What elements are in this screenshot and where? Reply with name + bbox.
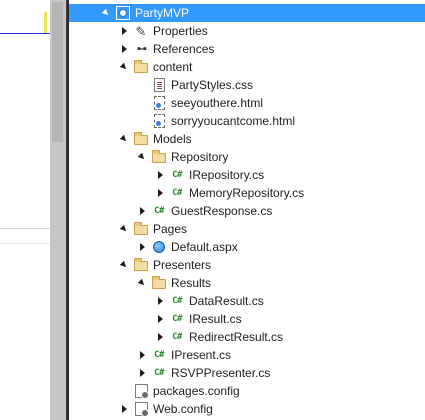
tree-item-label: IPresent.cs [171,348,232,362]
tree-item[interactable]: Default.aspx [69,238,425,256]
tree-item[interactable]: ✎ Properties [69,22,425,40]
expand-arrow-icon[interactable] [155,314,165,324]
tree-item[interactable]: PartyMVP [69,4,425,22]
tree-item-label: MemoryRepository.cs [189,186,305,200]
editor-divider [0,243,50,244]
wrench-icon: ✎ [135,23,147,39]
collapse-arrow-icon[interactable] [119,62,129,72]
expand-arrow-icon[interactable] [137,206,147,216]
expand-arrow-icon[interactable] [137,368,147,378]
folder-icon [133,131,149,147]
folder-icon [151,275,167,291]
collapse-arrow-icon[interactable] [137,278,147,288]
expand-arrow-icon[interactable] [119,26,129,36]
expand-arrow-icon[interactable] [119,404,129,414]
tree-item[interactable]: ▪‒▪ References [69,40,425,58]
tree-item[interactable]: seeyouthere.html [69,94,425,112]
collapse-arrow-icon[interactable] [101,8,111,18]
tree-item[interactable]: Presenters [69,256,425,274]
tree-item[interactable]: Repository [69,148,425,166]
change-marker [44,12,47,34]
tree-item-label: packages.config [153,384,240,398]
tree-item[interactable]: Web.config [69,400,425,418]
tree-item-label: Pages [153,222,188,236]
folder-icon [133,221,149,237]
tree-item[interactable]: C# RSVPPresenter.cs [69,364,425,382]
tree-item[interactable]: C# RedirectResult.cs [69,328,425,346]
csharp-file-icon: C# [172,188,182,198]
tree-item-label: Default.aspx [171,240,238,254]
folder-icon [151,149,167,165]
expand-arrow-icon[interactable] [137,350,147,360]
csharp-file-icon: C# [154,350,164,360]
editor-pane [0,0,70,420]
tree-item-label: sorryyoucantcome.html [171,114,296,128]
tree-item-label: Results [171,276,212,290]
css-file-icon [151,77,167,93]
web-project-icon [115,5,131,21]
tree-item-label: IResult.cs [189,312,242,326]
config-file-icon [133,401,149,417]
csharp-file-icon: C# [172,296,182,306]
csharp-file-icon: C# [172,332,182,342]
tree-item-label: PartyStyles.css [171,78,254,92]
tree-item[interactable]: Results [69,274,425,292]
tree-item[interactable]: PartyStyles.css [69,76,425,94]
tree-item[interactable]: Models [69,130,425,148]
csharp-file-icon: C# [154,368,164,378]
expand-arrow-icon[interactable] [155,170,165,180]
tree-item-label: Models [153,132,192,146]
collapse-arrow-icon[interactable] [119,260,129,270]
tree-item-label: content [153,60,193,74]
vertical-scrollbar[interactable] [50,0,67,420]
collapse-arrow-icon[interactable] [119,224,129,234]
html-file-icon [151,113,167,129]
folder-icon [133,257,149,273]
folder-icon [133,59,149,75]
csharp-file-icon: C# [172,170,182,180]
csharp-file-icon: C# [154,206,164,216]
tree-item[interactable]: C# IPresent.cs [69,346,425,364]
expand-arrow-icon[interactable] [137,242,147,252]
tree-item-label: DataResult.cs [189,294,264,308]
tree-item-label: IRepository.cs [189,168,265,182]
tree-item[interactable]: C# GuestResponse.cs [69,202,425,220]
csharp-file-icon: C# [172,314,182,324]
solution-explorer-tree: PartyMVP ✎ Properties ▪‒▪ References content P… [67,0,425,420]
tree-item-label: Presenters [153,258,212,272]
tree-item-label: RSVPPresenter.cs [171,366,271,380]
expand-arrow-icon[interactable] [155,332,165,342]
tree-item-label: Properties [153,24,208,38]
tree-item[interactable]: sorryyoucantcome.html [69,112,425,130]
tree-item-label: References [153,42,215,56]
tree-item-label: Web.config [153,402,213,416]
tree-item[interactable]: C# MemoryRepository.cs [69,184,425,202]
tree-item[interactable]: C# IResult.cs [69,310,425,328]
html-file-icon [151,95,167,111]
config-file-icon [133,383,149,399]
collapse-arrow-icon[interactable] [119,134,129,144]
collapse-arrow-icon[interactable] [137,152,147,162]
editor-divider [0,228,50,229]
references-icon: ▪‒▪ [137,43,147,55]
ide-window: PartyMVP ✎ Properties ▪‒▪ References content P… [0,0,425,420]
tree-item[interactable]: Pages [69,220,425,238]
web-form-icon [151,239,167,255]
expand-arrow-icon[interactable] [119,44,129,54]
expand-arrow-icon[interactable] [155,296,165,306]
scrollbar-thumb[interactable] [52,2,63,142]
tree-item-label: Repository [171,150,229,164]
expand-arrow-icon[interactable] [155,188,165,198]
tree-item[interactable]: content [69,58,425,76]
tree-item[interactable]: packages.config [69,382,425,400]
tree-item-label: seeyouthere.html [171,96,264,110]
tree-item-label: PartyMVP [135,6,190,20]
tree-item[interactable]: C# DataResult.cs [69,292,425,310]
tree-item-label: RedirectResult.cs [189,330,284,344]
tree-item[interactable]: C# IRepository.cs [69,166,425,184]
tree-item-label: GuestResponse.cs [171,204,273,218]
